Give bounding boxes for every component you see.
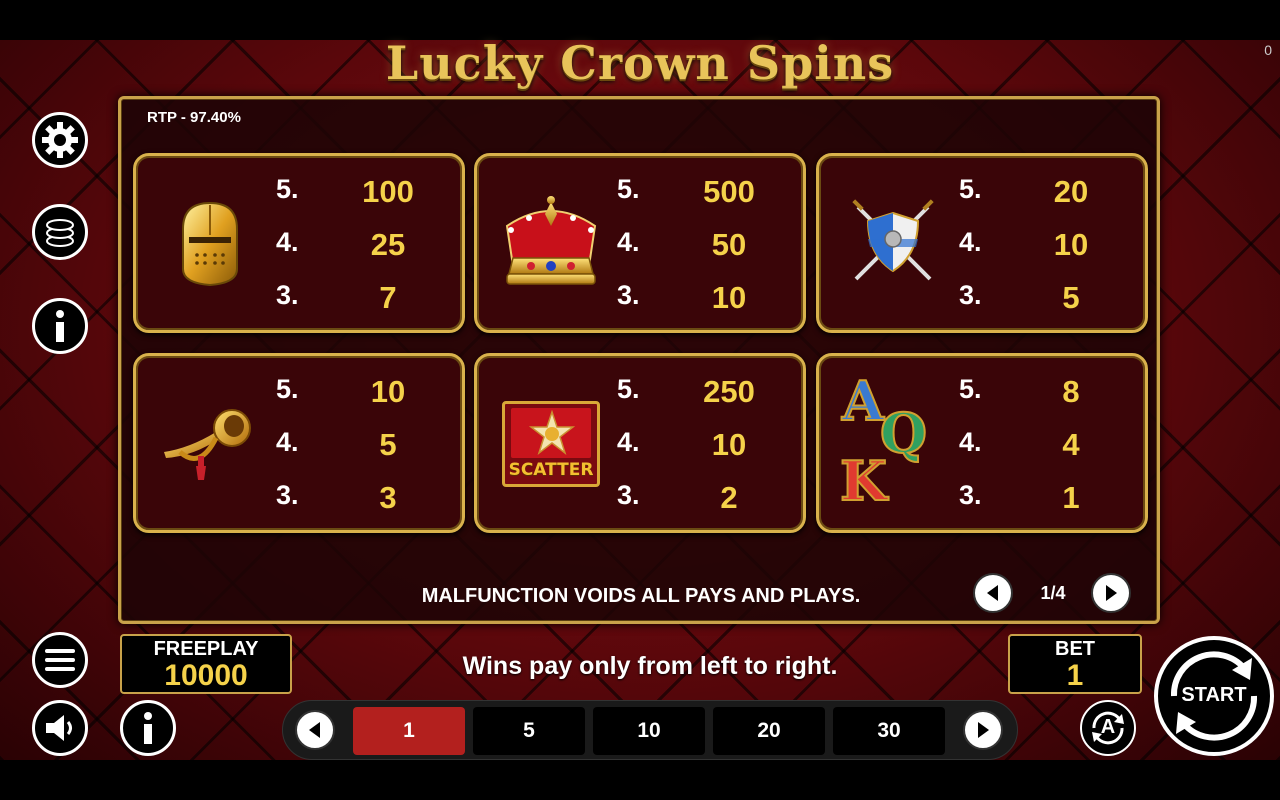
bet-option-1[interactable]: 1 — [353, 707, 465, 755]
info-button-bottom[interactable] — [120, 700, 176, 756]
settings-button[interactable] — [32, 112, 88, 168]
paytable-card-aqk: A Q K 5. 8 4. 4 3. 1 — [816, 353, 1148, 533]
coins-button[interactable] — [32, 204, 88, 260]
pay-count: 5. — [617, 174, 640, 204]
pay-count: 3. — [276, 480, 299, 510]
info-icon — [144, 712, 152, 744]
pay-count: 5. — [959, 174, 982, 204]
pay-count: 3. — [617, 280, 640, 310]
bet-option-30[interactable]: 30 — [833, 707, 945, 755]
autoplay-letter: A — [1100, 716, 1116, 738]
pay-value: 10 — [370, 374, 406, 409]
pay-value: 100 — [362, 174, 414, 209]
bet-display: BET 1 — [1008, 634, 1142, 694]
freeplay-label: FREEPLAY — [153, 638, 259, 660]
bet-option-5[interactable]: 5 — [473, 707, 585, 755]
pay-value: 3 — [379, 480, 397, 515]
pay-value: 500 — [703, 174, 755, 209]
pay-value: 10 — [711, 427, 747, 462]
bet-label: BET — [1055, 638, 1095, 660]
page-indicator: 1/4 — [1040, 583, 1066, 603]
autoplay-button[interactable]: A — [1080, 700, 1136, 756]
bet-increase-button[interactable] — [963, 710, 1003, 750]
malfunction-notice: MALFUNCTION VOIDS ALL PAYS AND PLAYS. — [421, 585, 861, 607]
paytable-card-crown: 5. 500 4. 50 3. 10 — [474, 153, 806, 333]
paytable-card-horn: 5. 10 4. 5 3. 3 — [133, 353, 465, 533]
pay-count: 3. — [276, 280, 299, 310]
pay-count: 4. — [276, 427, 299, 457]
royal-crown-icon — [491, 176, 611, 312]
info-button-top[interactable] — [32, 298, 88, 354]
pay-count: 5. — [617, 374, 640, 404]
pay-value: 2 — [720, 480, 738, 515]
bet-option-10[interactable]: 10 — [593, 707, 705, 755]
pay-value: 8 — [1062, 374, 1080, 409]
hamburger-menu-icon — [45, 649, 75, 671]
pay-value: 5 — [1062, 280, 1080, 315]
coin-stack-icon — [46, 219, 74, 247]
pay-value: 4 — [1062, 427, 1080, 462]
top-bar — [0, 0, 1280, 40]
pay-count: 4. — [617, 227, 640, 257]
pay-value: 50 — [711, 227, 747, 262]
paytable-panel: RTP - 97.40% 5. 100 4. 25 3. 7 5. 500 4.… — [118, 96, 1160, 624]
pay-value: 1 — [1062, 480, 1080, 515]
page-next-button[interactable] — [1091, 573, 1131, 613]
pay-count: 4. — [617, 427, 640, 457]
pay-value: 25 — [370, 227, 406, 262]
triangle-right-icon — [1106, 585, 1117, 601]
bet-value: 1 — [1066, 659, 1084, 692]
scatter-icon: SCATTER — [491, 376, 611, 512]
pay-value: 5 — [379, 427, 397, 462]
pay-value: 250 — [703, 374, 755, 409]
letter-a: A — [841, 368, 885, 434]
pay-count: 3. — [959, 480, 982, 510]
horn-icon — [150, 376, 270, 512]
triangle-left-icon — [987, 585, 998, 601]
triangle-right-icon — [978, 722, 989, 738]
pay-count: 5. — [959, 374, 982, 404]
pay-count: 3. — [959, 280, 982, 310]
letter-k: K — [839, 448, 888, 514]
pay-count: 5. — [276, 374, 299, 404]
paytable-card-scatter: SCATTER 5. 250 4. 10 3. 2 — [474, 353, 806, 533]
pay-count: 4. — [276, 227, 299, 257]
bet-option-20[interactable]: 20 — [713, 707, 825, 755]
scatter-label: SCATTER — [508, 460, 594, 480]
bet-decrease-button[interactable] — [295, 710, 335, 750]
page-prev-button[interactable] — [973, 573, 1013, 613]
menu-button[interactable] — [32, 632, 88, 688]
start-button[interactable]: START — [1152, 634, 1276, 758]
bottom-bar — [0, 760, 1280, 800]
freeplay-balance: FREEPLAY 10000 — [120, 634, 292, 694]
start-label: START — [1181, 684, 1247, 706]
letter-q: Q — [879, 400, 928, 466]
pay-count: 4. — [959, 227, 982, 257]
pay-count: 5. — [276, 174, 299, 204]
wins-direction-text: Wins pay only from left to right. — [462, 652, 838, 680]
paytable-card-shield: 5. 20 4. 10 3. 5 — [816, 153, 1148, 333]
info-icon — [56, 310, 64, 342]
pay-count: 4. — [959, 427, 982, 457]
pay-count: 3. — [617, 480, 640, 510]
freeplay-value: 10000 — [164, 659, 248, 692]
shield-swords-icon — [833, 176, 953, 312]
paytable-card-helmet: 5. 100 4. 25 3. 7 — [133, 153, 465, 333]
triangle-left-icon — [309, 722, 320, 738]
pay-value: 20 — [1053, 174, 1089, 209]
bet-selector: 1 5 10 20 30 — [282, 700, 1018, 760]
gear-icon — [42, 122, 78, 158]
sound-button[interactable] — [32, 700, 88, 756]
pay-value: 10 — [1053, 227, 1089, 262]
pay-value: 7 — [379, 280, 397, 315]
rtp-label: RTP - 97.40% — [147, 109, 241, 126]
speaker-icon — [46, 715, 72, 741]
knight-helmet-icon — [150, 176, 270, 312]
game-logo: Lucky Crown Spins — [385, 36, 895, 90]
aqk-letters-icon: A Q K — [829, 364, 949, 524]
corner-counter: 0 — [1264, 42, 1272, 58]
pay-value: 10 — [711, 280, 747, 315]
